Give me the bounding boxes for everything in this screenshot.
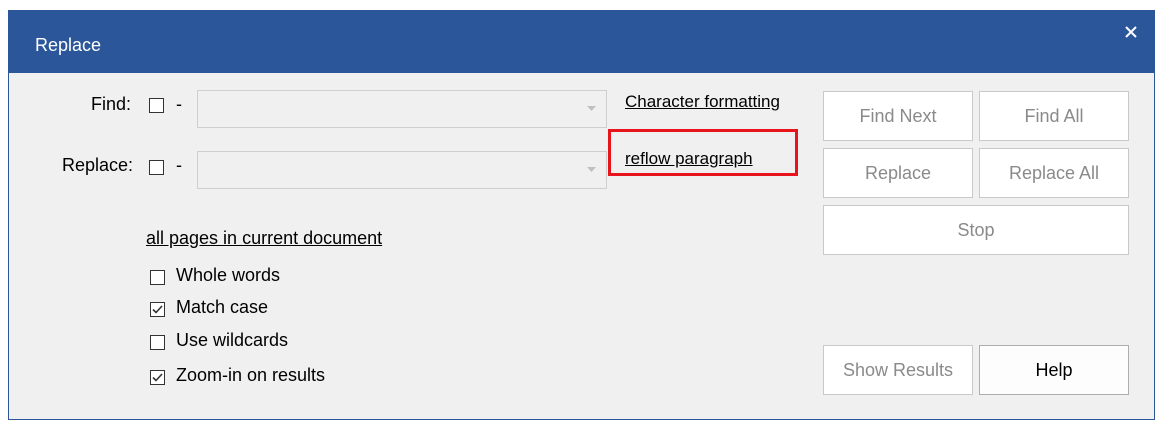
replace-button[interactable]: Replace [823,148,973,198]
find-checkbox[interactable] [149,98,164,113]
checkmark-icon [152,373,163,382]
whole-words-checkbox[interactable] [150,270,165,285]
character-formatting-link[interactable]: Character formatting [625,92,780,112]
chevron-down-icon[interactable] [587,106,596,112]
zoom-in-label: Zoom-in on results [176,365,326,385]
checkmark-icon [152,305,163,314]
replace-combobox[interactable] [197,151,607,189]
find-next-button[interactable]: Find Next [823,91,973,141]
zoom-in-checkbox[interactable] [150,370,165,385]
replace-all-button[interactable]: Replace All [979,148,1129,198]
use-wildcards-checkbox[interactable] [150,335,165,350]
title-bar: Replace [9,11,1154,73]
use-wildcards-label: Use wildcards [176,330,289,350]
dialog-title: Replace [35,35,102,55]
find-dash: - [176,94,182,114]
close-button[interactable] [1114,17,1148,47]
replace-checkbox[interactable] [149,160,164,175]
stop-button[interactable]: Stop [823,205,1129,255]
find-all-button[interactable]: Find All [979,91,1129,141]
whole-words-label: Whole words [176,265,281,285]
help-button[interactable]: Help [979,345,1129,395]
scope-link[interactable]: all pages in current document [146,228,382,249]
show-results-button[interactable]: Show Results [823,345,973,395]
replace-dash: - [176,155,182,175]
close-icon [1125,26,1137,38]
highlight-box [608,129,798,176]
find-combobox[interactable] [197,90,607,128]
find-label: Find: [91,94,132,114]
match-case-checkbox[interactable] [150,302,165,317]
chevron-down-icon[interactable] [587,167,596,173]
match-case-label: Match case [176,297,269,317]
replace-label: Replace: [62,155,134,175]
